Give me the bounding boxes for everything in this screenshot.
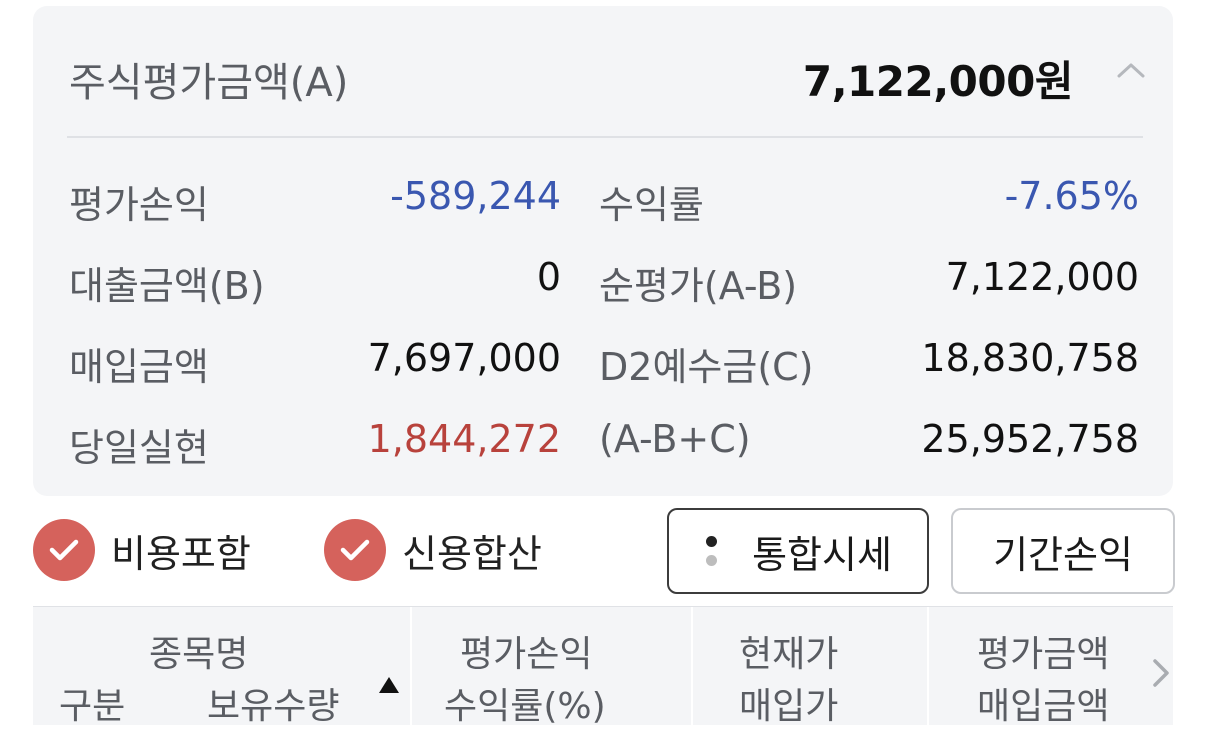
d2-deposit-value: 18,830,758 <box>921 336 1139 380</box>
total-label: (A-B+C) <box>599 417 751 461</box>
summary-header[interactable]: 주식평가금액(A) 7,122,000원 <box>33 6 1173 138</box>
summary-row-realized: 당일실현 1,844,272 (A-B+C) 25,952,758 <box>33 417 1173 477</box>
checkmark-icon <box>33 519 95 581</box>
holdings-table-header: 종목명 구분 보유수량 평가손익 수익률(%) 현재가 매입가 평가금액 매입금… <box>33 606 1173 727</box>
chevron-right-icon[interactable] <box>1151 657 1171 689</box>
summary-row-loan: 대출금액(B) 0 순평가(A-B) 7,122,000 <box>33 255 1173 315</box>
eval-pnl-header: 평가손익 <box>460 634 593 675</box>
header-col-name[interactable]: 종목명 구분 보유수량 <box>33 607 410 727</box>
return-rate-header: 수익률(%) <box>444 686 606 727</box>
integrated-price-button[interactable]: 통합시세 <box>667 508 929 594</box>
eval-amount-header: 평가금액 <box>977 634 1110 675</box>
loan-amount-value: 0 <box>536 255 561 299</box>
credit-sum-label: 신용합산 <box>402 531 542 576</box>
holding-qty-header: 보유수량 <box>207 686 340 727</box>
integrated-price-label: 통합시세 <box>752 532 892 577</box>
account-summary-card: 주식평가금액(A) 7,122,000원 평가손익 -589,244 수익률 -… <box>33 6 1173 496</box>
net-valuation-value: 7,122,000 <box>945 255 1139 299</box>
net-valuation-label: 순평가(A-B) <box>599 264 798 308</box>
stock-name-header: 종목명 <box>149 634 249 675</box>
category-header: 구분 <box>59 686 126 727</box>
realized-today-value: 1,844,272 <box>367 417 561 461</box>
return-rate-value: -7.65% <box>1004 174 1139 218</box>
purchase-amount-label: 매입금액 <box>69 345 209 389</box>
include-fees-label: 비용포함 <box>111 531 251 576</box>
menu-dots-icon <box>704 536 718 566</box>
purchase-amount-value: 7,697,000 <box>367 336 561 380</box>
header-col-pnl[interactable]: 평가손익 수익률(%) <box>412 607 691 727</box>
purchase-amount-header: 매입금액 <box>977 686 1110 727</box>
header-col-amount[interactable]: 평가금액 매입금액 <box>929 607 1173 727</box>
summary-row-pnl: 평가손익 -589,244 수익률 -7.65% <box>33 174 1173 234</box>
d2-deposit-label: D2예수금(C) <box>599 345 814 389</box>
chevron-up-icon[interactable] <box>1115 60 1147 80</box>
period-pnl-label: 기간손익 <box>993 532 1133 577</box>
total-value: 25,952,758 <box>921 417 1139 461</box>
sort-ascending-icon[interactable] <box>379 677 399 693</box>
eval-pnl-label: 평가손익 <box>69 183 209 227</box>
header-col-price[interactable]: 현재가 매입가 <box>693 607 927 727</box>
eval-pnl-value: -589,244 <box>390 174 561 218</box>
stock-valuation-value: 7,122,000원 <box>802 57 1074 106</box>
current-price-header: 현재가 <box>739 634 839 675</box>
loan-amount-label: 대출금액(B) <box>69 264 265 308</box>
period-pnl-button[interactable]: 기간손익 <box>951 508 1175 594</box>
summary-row-purchase: 매입금액 7,697,000 D2예수금(C) 18,830,758 <box>33 336 1173 396</box>
credit-sum-checkbox[interactable]: 신용합산 <box>324 518 542 582</box>
return-rate-label: 수익률 <box>599 183 704 227</box>
stock-valuation-label: 주식평가금액(A) <box>69 60 349 106</box>
checkmark-icon <box>324 519 386 581</box>
include-fees-checkbox[interactable]: 비용포함 <box>33 518 251 582</box>
purchase-price-header: 매입가 <box>739 686 839 727</box>
realized-today-label: 당일실현 <box>69 426 209 470</box>
options-group: 비용포함 신용합산 <box>33 518 633 582</box>
summary-divider <box>67 136 1143 138</box>
